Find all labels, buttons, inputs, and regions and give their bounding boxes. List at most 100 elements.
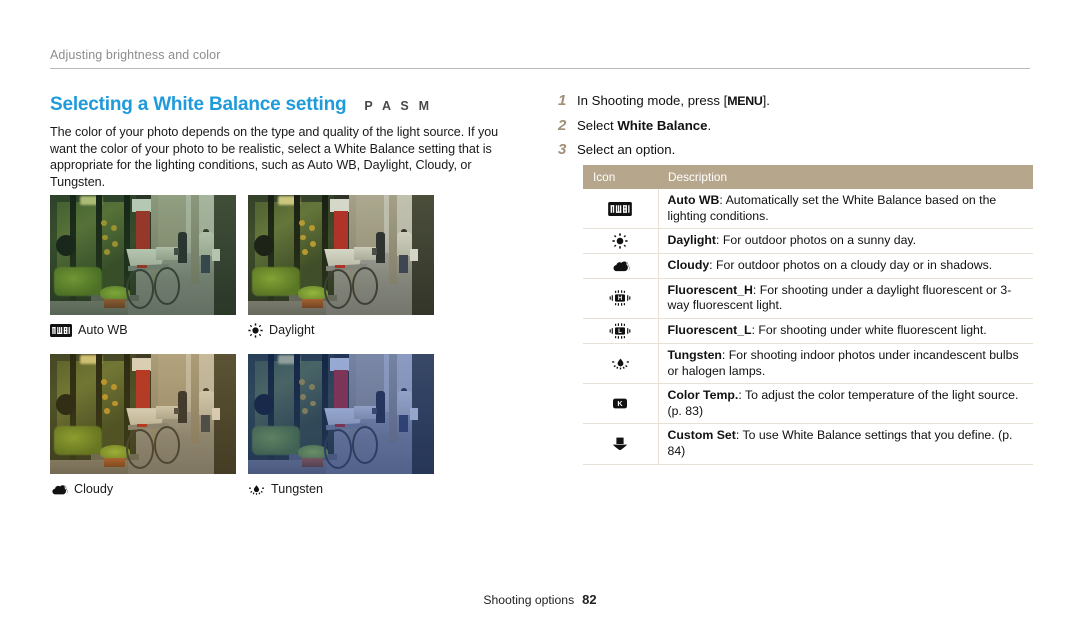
cloud-icon: [611, 258, 630, 272]
row-icon-cell: [583, 228, 659, 255]
row-icon-cell: [583, 253, 659, 279]
table-row: L Fluorescent_L: For shooting under whit…: [583, 318, 1033, 344]
step-1-text-after: ].: [762, 93, 770, 108]
right-column: 1 In Shooting mode, press [MENU]. 2 Sele…: [558, 92, 1033, 465]
row-description-cell: Color Temp.: To adjust the color tempera…: [658, 383, 1033, 425]
running-header: Adjusting brightness and color: [50, 47, 1030, 69]
row-icon-cell: [583, 189, 659, 230]
left-column: Selecting a White Balance setting P A S …: [50, 94, 520, 190]
sample-tungsten: Tungsten: [248, 354, 434, 497]
row-description-cell: Tungsten: For shooting indoor photos und…: [658, 343, 1033, 385]
step-3: 3 Select an option.: [558, 141, 1033, 158]
row-description-cell: Fluorescent_L: For shooting under white …: [658, 318, 1033, 344]
step-1: 1 In Shooting mode, press [MENU].: [558, 92, 1033, 110]
option-term: Color Temp.: [667, 388, 739, 403]
sample-photo-grid: Auto WB Daylight Cloudy Tungsten: [50, 195, 435, 497]
step-2-bold-term: White Balance: [617, 118, 708, 133]
row-icon-cell: K: [583, 383, 659, 425]
option-term: Tungsten: [667, 347, 722, 362]
table-row: Daylight: For outdoor photos on a sunny …: [583, 228, 1033, 255]
column-header-description: Description: [658, 165, 1033, 189]
sample-photo-daylight: [248, 195, 434, 315]
table-row: Auto WB: Automatically set the White Bal…: [583, 189, 1033, 230]
white-balance-options-table: Icon Description Auto WB: Automatically …: [583, 165, 1033, 465]
row-description-cell: Daylight: For outdoor photos on a sunny …: [658, 228, 1033, 255]
option-term: Daylight: [667, 233, 717, 248]
row-description-cell: Auto WB: Automatically set the White Bal…: [658, 189, 1033, 230]
step-text: Select White Balance.: [577, 117, 711, 134]
page-title: Selecting a White Balance setting: [50, 94, 347, 115]
sample-photo-tungsten: [248, 354, 434, 475]
menu-key-label: MENU: [727, 94, 763, 108]
cloud-icon: [50, 481, 68, 497]
step-text: Select an option.: [577, 142, 676, 157]
option-term: Custom Set: [667, 428, 736, 443]
option-desc: For shooting under white fluorescent lig…: [754, 323, 987, 338]
table-row: Custom Set: To use White Balance setting…: [583, 423, 1033, 465]
page-footer: Shooting options 82: [0, 592, 1080, 607]
option-desc: For outdoor photos on a sunny day.: [719, 233, 917, 248]
sample-caption-cloudy: Cloudy: [50, 481, 236, 497]
sun-icon: [612, 233, 628, 249]
table-row: H Fluorescent_H: For shooting under a da…: [583, 278, 1033, 319]
row-icon-cell: L: [583, 318, 659, 344]
option-desc: For outdoor photos on a cloudy day or in…: [712, 258, 993, 273]
sun-icon: [248, 322, 263, 338]
step-2: 2 Select White Balance.: [558, 117, 1033, 134]
section-heading-row: Selecting a White Balance setting P A S …: [50, 94, 520, 116]
custom-set-icon: [611, 436, 629, 451]
mode-badges: P A S M: [364, 99, 433, 113]
row-description-cell: Cloudy: For outdoor photos on a cloudy d…: [658, 253, 1033, 279]
column-header-icon: Icon: [583, 165, 658, 189]
sample-label: Cloudy: [74, 482, 114, 497]
page-number: 82: [582, 592, 597, 607]
sample-label: Auto WB: [78, 323, 128, 337]
footer-section-label: Shooting options: [483, 593, 575, 607]
sample-cloudy: Cloudy: [50, 354, 236, 497]
awb-icon: [608, 201, 633, 216]
sample-caption-auto-wb: Auto WB: [50, 322, 236, 338]
step-2-text-after: .: [707, 118, 712, 133]
tungsten-icon: [611, 356, 630, 370]
step-text: In Shooting mode, press [MENU].: [577, 92, 770, 110]
step-number: 1: [558, 92, 567, 109]
sample-photo-cloudy: [50, 354, 236, 475]
svg-text:H: H: [618, 297, 622, 303]
awb-icon: [50, 322, 72, 338]
row-icon-cell: H: [583, 278, 659, 319]
table-header-row: Icon Description: [583, 165, 1033, 189]
tungsten-icon: [248, 481, 265, 497]
option-term: Fluorescent_H: [667, 282, 753, 297]
table-row: Tungsten: For shooting indoor photos und…: [583, 343, 1033, 385]
step-number: 3: [558, 141, 567, 158]
step-2-text-before: Select: [577, 118, 618, 133]
fluorescent-h-icon: H: [609, 290, 631, 307]
sample-photo-auto-wb: [50, 195, 236, 315]
sample-daylight: Daylight: [248, 195, 434, 338]
option-term: Auto WB: [667, 193, 720, 207]
row-description-cell: Fluorescent_H: For shooting under a dayl…: [658, 278, 1033, 319]
sample-caption-daylight: Daylight: [248, 322, 434, 338]
sample-auto-wb: Auto WB: [50, 195, 236, 338]
row-description-cell: Custom Set: To use White Balance setting…: [658, 423, 1033, 465]
table-row: K Color Temp.: To adjust the color tempe…: [583, 383, 1033, 425]
row-icon-cell: [583, 343, 659, 385]
sample-row-2: Cloudy Tungsten: [50, 354, 435, 497]
section-body-text: The color of your photo depends on the t…: [50, 125, 499, 189]
row-icon-cell: [583, 423, 659, 465]
sample-row-1: Auto WB Daylight: [50, 195, 435, 338]
sample-caption-tungsten: Tungsten: [248, 481, 434, 497]
step-1-text-before: In Shooting mode, press [: [577, 93, 728, 108]
option-term: Fluorescent_L: [667, 323, 752, 338]
step-number: 2: [558, 117, 567, 134]
fluorescent-l-icon: L: [609, 323, 631, 339]
sample-label: Tungsten: [271, 482, 324, 497]
sample-label: Daylight: [269, 323, 315, 338]
running-header-text: Adjusting brightness and color: [50, 48, 221, 62]
color-temp-icon: K: [611, 396, 629, 410]
svg-text:K: K: [618, 399, 624, 408]
svg-text:L: L: [618, 329, 622, 335]
header-divider: [50, 68, 1030, 69]
table-row: Cloudy: For outdoor photos on a cloudy d…: [583, 253, 1033, 279]
option-term: Cloudy: [667, 258, 710, 273]
